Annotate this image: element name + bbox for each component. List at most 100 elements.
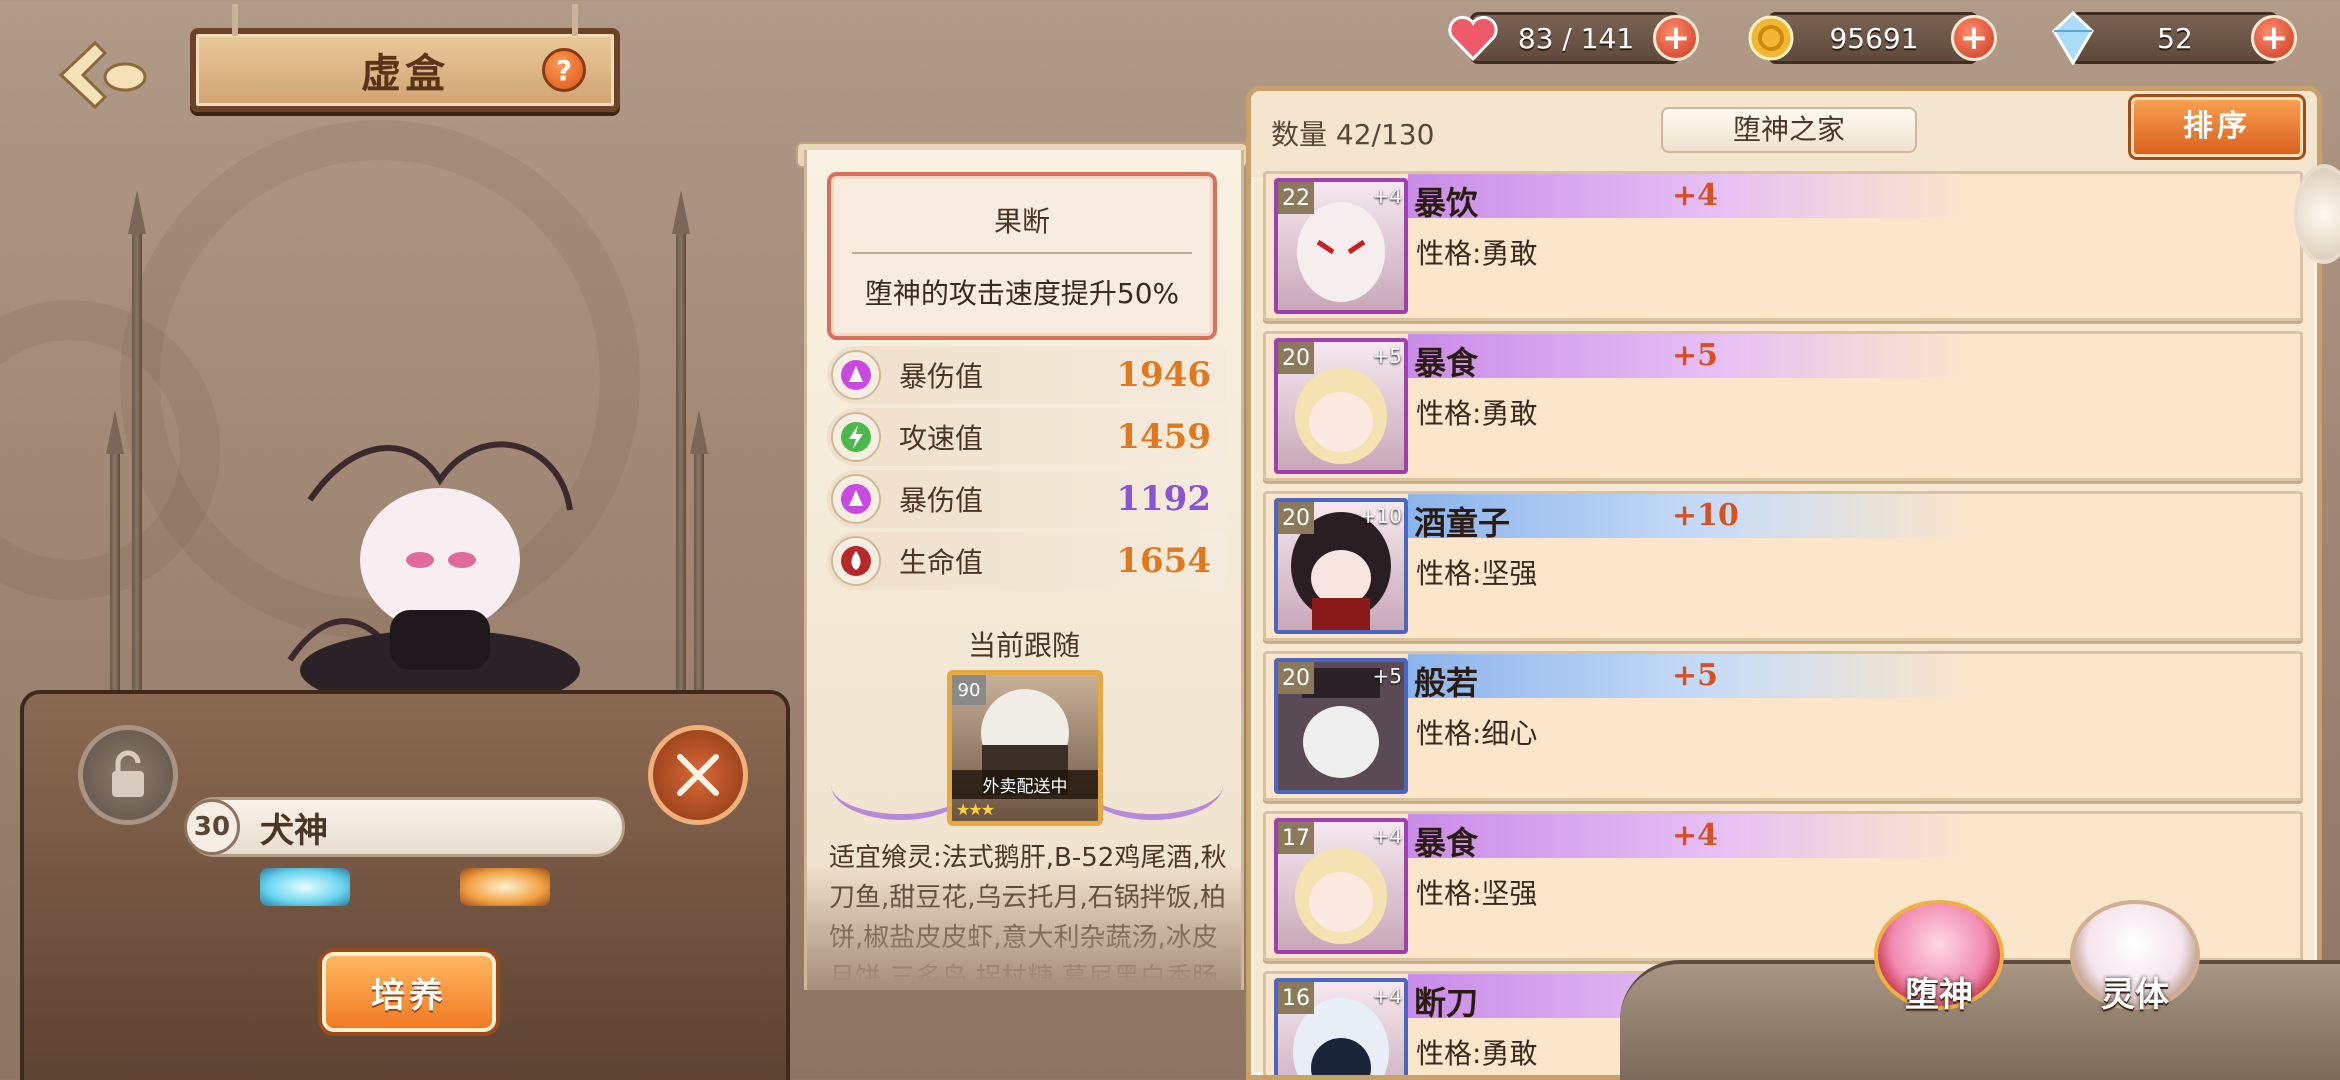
fallen-god-bonus: +10 (1672, 498, 1739, 533)
portrait-level: 17 (1278, 822, 1314, 854)
heart-icon (1447, 12, 1499, 64)
follower-level: 90 (952, 675, 986, 705)
lock-icon (112, 750, 144, 797)
roster-row[interactable]: 22 +4 暴饮 +4 性格:勇敢 (1263, 171, 2303, 321)
help-button[interactable]: ? (542, 48, 586, 92)
stat-row-crit-damage: 暴伤值 1946 (827, 346, 1227, 404)
tab-label: 灵体 (2101, 975, 2169, 1015)
back-arrow-icon (58, 40, 147, 110)
character-level-badge: 30 (184, 799, 240, 855)
stamina-resource: 83 / 141 + (1448, 12, 1699, 64)
stat-label: 生命值 (899, 546, 984, 579)
tab-label: 堕神 (1905, 975, 1973, 1015)
train-button[interactable]: 培养 (322, 952, 496, 1032)
fallen-god-name: 酒童子 (1414, 504, 1511, 542)
skill-card: 果断 堕神的攻击速度提升50% (827, 172, 1217, 340)
tab-fallen-god[interactable]: 堕神 (1864, 900, 2014, 1015)
title-plate: 虚盒 ? (190, 4, 620, 112)
crystal-value: 52 (2157, 21, 2193, 55)
roster-row[interactable]: 20 +5 暴食 +5 性格:勇敢 (1263, 331, 2303, 481)
portrait-level: 20 (1278, 342, 1314, 374)
house-tag: 堕神之家 (1661, 107, 1917, 153)
skill-title: 果断 (993, 205, 1050, 238)
fallen-god-portrait: 17 +4 (1274, 818, 1408, 954)
fallen-god-portrait: 22 +4 (1274, 178, 1408, 314)
fallen-god-bonus: +5 (1672, 658, 1719, 693)
stat-row-crit-damage: 暴伤值 1192 (827, 470, 1227, 528)
detail-scroll-panel[interactable]: 果断 堕神的攻击速度提升50% 暴伤值 1946 攻速值 1459 暴伤值 11… (804, 150, 1244, 990)
crit-damage-icon (831, 474, 881, 524)
wing-ornament (1083, 750, 1223, 820)
add-crystal-button[interactable]: + (2251, 15, 2297, 61)
portrait-plus: +5 (1372, 664, 1402, 688)
add-gold-button[interactable]: + (1951, 15, 1997, 61)
character-name: 犬神 (260, 810, 328, 851)
blue-gem-light (260, 868, 350, 906)
crystal-icon (2047, 11, 2099, 65)
stat-row-attack-speed: 攻速值 1459 (827, 408, 1227, 466)
fallen-god-name: 般若 (1414, 664, 1479, 702)
back-button[interactable] (48, 30, 158, 120)
orange-gem-light (460, 868, 550, 906)
gold-value: 95691 (1829, 21, 1919, 55)
page-title: 虚盒 (361, 51, 449, 97)
stat-value: 1459 (1116, 417, 1211, 457)
fallen-god-portrait: 20 +10 (1274, 498, 1408, 634)
attack-speed-icon (831, 412, 881, 462)
roster-row[interactable]: 20 +5 般若 +5 性格:细心 (1263, 651, 2303, 801)
swap-button[interactable] (648, 725, 748, 825)
portrait-level: 22 (1278, 182, 1314, 214)
fallen-god-bonus: +5 (1672, 338, 1719, 373)
rope (232, 4, 238, 36)
skill-description: 堕神的攻击速度提升50% (864, 277, 1180, 310)
roster-row[interactable]: 20 +10 酒童子 +10 性格:坚强 (1263, 491, 2303, 641)
gold-resource: 95691 + (1748, 12, 1997, 64)
name-bar: 暴饮 +4 (1408, 174, 1968, 222)
fallen-god-bonus: +4 (1672, 818, 1719, 853)
stat-label: 暴伤值 (899, 360, 984, 393)
portrait-level: 16 (1278, 982, 1314, 1014)
fallen-god-bonus: +4 (1672, 178, 1719, 213)
character-name-bar: 30 犬神 (184, 797, 625, 857)
name-bar: 暴食 +4 (1408, 814, 1968, 862)
fallen-god-trait: 性格:勇敢 (1416, 1037, 1538, 1070)
divider (852, 252, 1192, 254)
follow-label: 当前跟随 (967, 629, 1080, 662)
fallen-god-name: 暴食 (1414, 824, 1479, 862)
lock-button[interactable] (78, 725, 178, 825)
portrait-level: 20 (1278, 662, 1314, 694)
stat-value: 1946 (1116, 355, 1211, 395)
stamina-value: 83 / 141 (1517, 21, 1635, 55)
add-stamina-button[interactable]: + (1653, 15, 1699, 61)
fallen-god-name: 暴食 (1414, 344, 1479, 382)
fallen-god-trait: 性格:勇敢 (1416, 237, 1538, 270)
fallen-god-portrait: 20 +5 (1274, 338, 1408, 474)
cross-utensils-icon (677, 754, 719, 796)
fallen-god-trait: 性格:坚强 (1416, 557, 1538, 590)
coin-icon (1745, 12, 1797, 64)
follower-portrait[interactable]: 90 外卖配送中 ★★★ (947, 670, 1103, 826)
roster-count: 数量 42/130 (1271, 118, 1435, 151)
follower-stars: ★★★ (956, 800, 995, 819)
follower-status: 外卖配送中 (952, 770, 1098, 799)
health-icon (831, 536, 881, 586)
portrait-plus: +5 (1372, 344, 1402, 368)
stat-label: 暴伤值 (899, 484, 984, 517)
character-sprite (270, 420, 610, 720)
fallen-god-name: 断刀 (1414, 984, 1479, 1022)
portrait-plus: +4 (1372, 824, 1402, 848)
stat-label: 攻速值 (899, 422, 984, 455)
portrait-plus: +4 (1372, 984, 1402, 1008)
crit-damage-icon (831, 350, 881, 400)
sort-button[interactable]: 排序 (2131, 97, 2303, 157)
fallen-god-portrait: 16 +4 (1274, 978, 1408, 1075)
stat-row-health: 生命值 1654 (827, 532, 1227, 590)
fallen-god-trait: 性格:勇敢 (1416, 397, 1538, 430)
fallen-god-trait: 性格:坚强 (1416, 877, 1538, 910)
fallen-god-name: 暴饮 (1414, 184, 1479, 222)
question-icon: ? (555, 53, 573, 87)
tab-spirit[interactable]: 灵体 (2060, 900, 2210, 1015)
portrait-plus: +4 (1372, 184, 1402, 208)
name-bar: 酒童子 +10 (1408, 494, 1968, 542)
fallen-god-portrait: 20 +5 (1274, 658, 1408, 794)
